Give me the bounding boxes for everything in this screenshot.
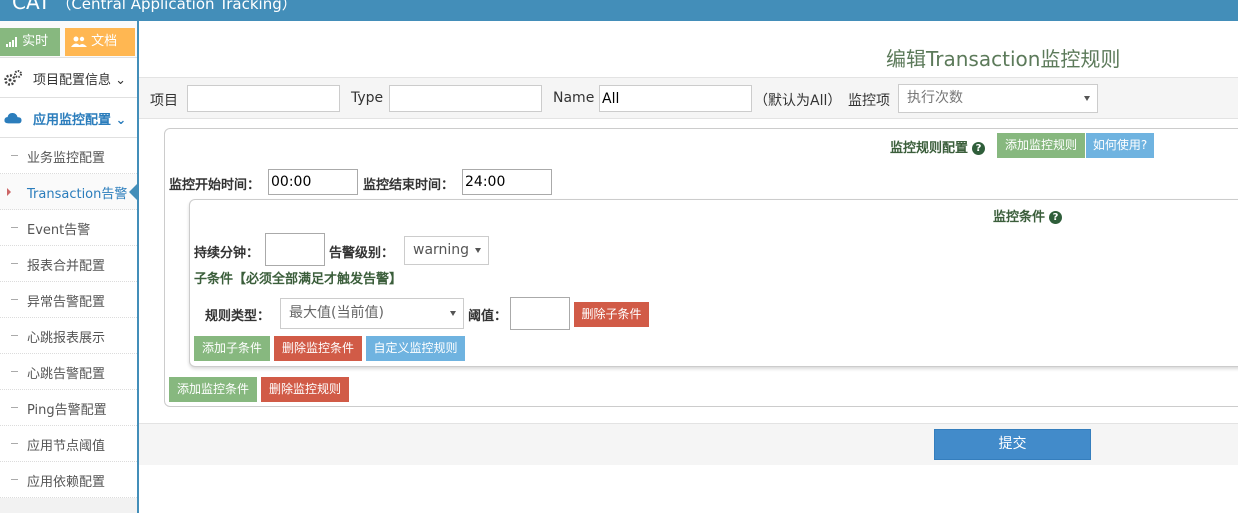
question-circle-icon[interactable]: ? [1049, 211, 1063, 224]
caret-down-icon [475, 247, 481, 253]
threshold-label: 阈值： [468, 309, 508, 324]
sidebar-item-label: 业务监控配置 [27, 151, 106, 166]
type-label: Type [351, 90, 384, 106]
sidebar-item-label: 异常告警配置 [27, 295, 106, 310]
custom-rule-button[interactable]: 自定义监控规则 [366, 336, 465, 361]
alert-level-value: warning [413, 242, 470, 258]
submit-button[interactable]: 提交 [934, 429, 1091, 460]
sidebar-item-label: Transaction告警 [27, 187, 128, 202]
sidebar-item-heartbeat-report[interactable]: 心跳报表展示 [0, 318, 137, 354]
name-hint: （默认为All） [754, 93, 842, 109]
docs-label: 文档 [91, 34, 118, 49]
sidebar-item-report-merge[interactable]: 报表合并配置 [0, 246, 137, 282]
end-time-input[interactable] [462, 169, 552, 195]
brand-name: CAT [12, 0, 51, 14]
metric-label: 监控项 [848, 93, 890, 109]
rule-config-title: 监控规则配置? [890, 137, 986, 156]
active-indicator [129, 182, 137, 202]
sidebar-item-label: 应用依赖配置 [27, 475, 106, 490]
duration-input[interactable] [265, 233, 325, 266]
sidebar-item-label: 报表合并配置 [27, 259, 106, 274]
sidebar-item-label: 应用节点阈值 [27, 439, 106, 454]
condition-title: 监控条件? [993, 206, 1063, 225]
delete-condition-button[interactable]: 删除监控条件 [274, 336, 362, 361]
sidebar-item-label: 心跳告警配置 [27, 367, 106, 382]
alert-level-select[interactable]: warning [404, 236, 489, 265]
caret-right-icon [7, 188, 11, 196]
chevron-down-icon: ⌄ [115, 73, 127, 88]
sidebar-section-project-config[interactable]: 项目配置信息 ⌄ [0, 58, 137, 98]
brand-logo[interactable]: CAT （Central Application Tracking） [12, 0, 297, 14]
sidebar-item-app-dependency[interactable]: 应用依赖配置 [0, 462, 137, 498]
delete-subcondition-button[interactable]: 删除子条件 [574, 302, 649, 327]
sidebar-item-label: Ping告警配置 [27, 403, 107, 418]
sidebar-item-node-threshold[interactable]: 应用节点阈值 [0, 426, 137, 462]
duration-label: 持续分钟： [194, 246, 260, 261]
name-input[interactable] [599, 85, 752, 112]
alert-level-label: 告警级别： [329, 246, 395, 261]
filter-bar: 项目 Type Name （默认为All） 监控项 执行次数 [139, 77, 1238, 119]
sidebar-item-exception-alert[interactable]: 异常告警配置 [0, 282, 137, 318]
cloud-icon [4, 113, 22, 124]
sidebar-item-ping-alert[interactable]: Ping告警配置 [0, 390, 137, 426]
rule-type-label: 规则类型： [205, 309, 271, 324]
project-input[interactable] [187, 85, 340, 112]
sidebar-item-label: 心跳报表展示 [27, 331, 106, 346]
add-rule-button[interactable]: 添加监控规则 [997, 133, 1085, 158]
rule-type-value: 最大值(当前值) [289, 305, 384, 321]
sidebar: 实时 文档 项目配置信息 ⌄ 应用监控配置 ⌄ 业务监控配置 Transacti… [0, 21, 139, 513]
subcondition-note: 子条件【必须全部满足才触发告警】 [194, 272, 403, 287]
users-icon [71, 36, 87, 47]
end-time-label: 监控结束时间： [363, 178, 455, 193]
how-to-use-button[interactable]: 如何使用? [1086, 133, 1154, 158]
sidebar-item-transaction-alert[interactable]: Transaction告警 [0, 174, 137, 210]
sidebar-section-label: 项目配置信息 ⌄ [33, 73, 127, 88]
metric-select[interactable]: 执行次数 [898, 84, 1098, 113]
threshold-input[interactable] [510, 297, 570, 330]
realtime-button[interactable]: 实时 [0, 28, 60, 56]
project-label: 项目 [150, 93, 178, 109]
realtime-label: 实时 [22, 34, 49, 49]
brand-subtitle: （Central Application Tracking） [56, 0, 297, 13]
sidebar-section-label: 应用监控配置 ⌄ [33, 113, 127, 128]
page-title: 编辑Transaction监控规则 [886, 47, 1121, 71]
caret-down-icon [1084, 95, 1090, 101]
add-subcondition-button[interactable]: 添加子条件 [194, 336, 270, 361]
start-time-input[interactable] [268, 169, 358, 195]
sidebar-item-business-monitor[interactable]: 业务监控配置 [0, 138, 137, 174]
top-navbar: CAT （Central Application Tracking） [0, 0, 1238, 21]
gears-icon [4, 70, 22, 86]
sidebar-item-label: Event告警 [27, 223, 91, 238]
chevron-down-icon: ⌄ [115, 113, 127, 128]
rule-type-select[interactable]: 最大值(当前值) [280, 298, 464, 329]
caret-down-icon [450, 310, 456, 316]
sidebar-section-app-monitor[interactable]: 应用监控配置 ⌄ [0, 98, 137, 138]
start-time-label: 监控开始时间： [169, 178, 261, 193]
name-label: Name [553, 90, 595, 106]
metric-select-value: 执行次数 [907, 90, 963, 106]
type-input[interactable] [389, 85, 542, 112]
signal-icon [6, 36, 17, 47]
docs-button[interactable]: 文档 [65, 28, 135, 56]
question-circle-icon[interactable]: ? [972, 142, 986, 155]
sidebar-item-heartbeat-alert[interactable]: 心跳告警配置 [0, 354, 137, 390]
sidebar-shortcuts: 实时 文档 [0, 21, 137, 58]
delete-rule-button[interactable]: 删除监控规则 [261, 377, 349, 402]
add-condition-button[interactable]: 添加监控条件 [169, 377, 257, 402]
sidebar-item-event-alert[interactable]: Event告警 [0, 210, 137, 246]
